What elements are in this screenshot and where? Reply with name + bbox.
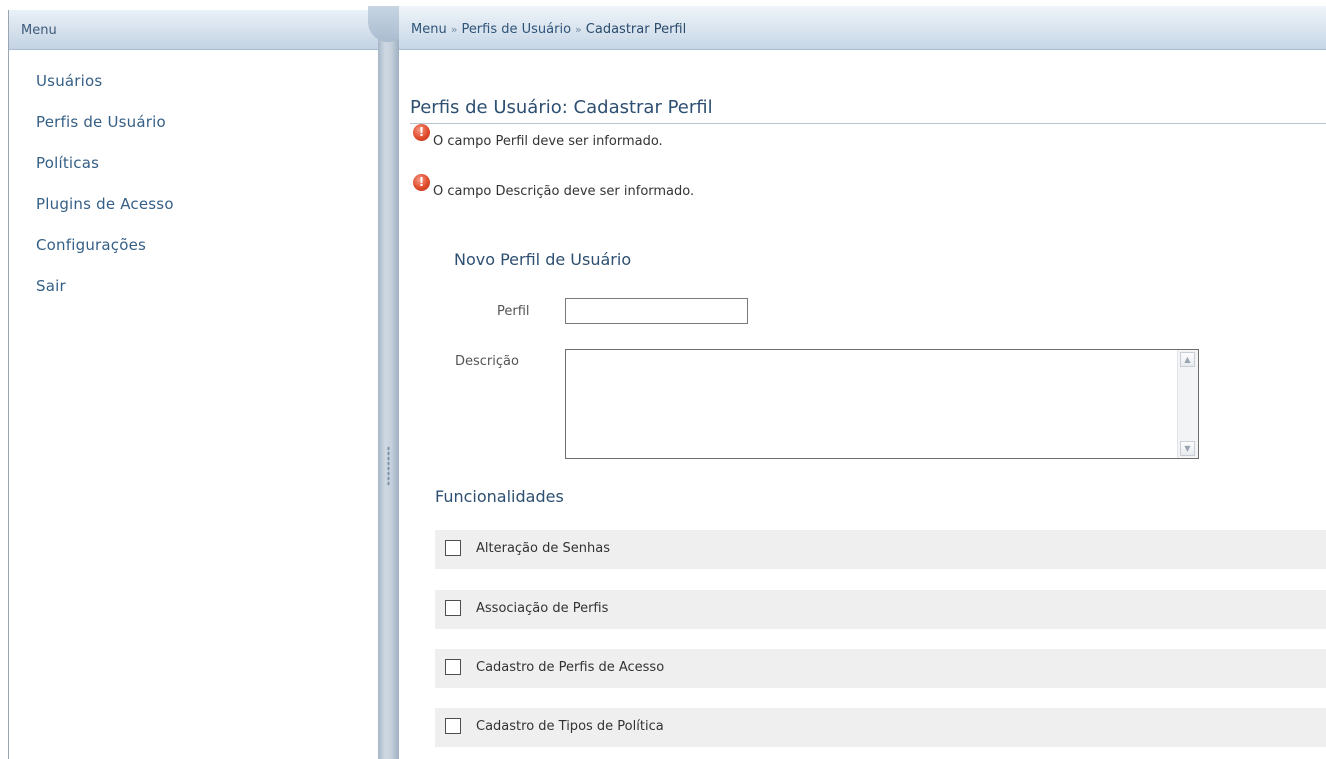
descricao-field: ▲ ▼ [565,349,1199,459]
breadcrumb-menu[interactable]: Menu [411,22,447,37]
funcionalidade-label: Associação de Perfis [476,601,609,616]
sidebar-item-sair[interactable]: Sair [36,277,174,318]
sidebar-item-plugins-de-acesso[interactable]: Plugins de Acesso [36,195,174,236]
panel-splitter[interactable] [368,6,408,759]
main-content: Menu» Perfis de Usuário» Cadastrar Perfil … [399,6,1326,759]
checkbox-icon[interactable] [445,718,461,734]
error-icon: ! [413,174,430,191]
scroll-up-icon[interactable]: ▲ [1180,352,1195,367]
error-text: O campo Descrição deve ser informado. [433,184,695,199]
perfil-label: Perfil [497,304,530,319]
breadcrumb-separator: » [450,23,458,36]
sidebar-item-politicas[interactable]: Políticas [36,154,174,195]
scroll-down-icon[interactable]: ▼ [1180,441,1195,456]
funcionalidade-item[interactable]: Associação de Perfis [435,590,1326,629]
breadcrumb-separator: » [575,23,582,36]
checkbox-icon[interactable] [445,540,461,556]
funcionalidade-label: Cadastro de Tipos de Política [476,719,664,734]
funcionalidade-label: Cadastro de Perfis de Acesso [476,660,665,675]
title-divider [410,123,1326,124]
perfil-input[interactable] [565,298,748,324]
funcionalidade-item[interactable]: Cadastro de Perfis de Acesso [435,649,1326,688]
funcionalidade-item[interactable]: Alteração de Senhas [435,530,1326,569]
sidebar-item-perfis-de-usuario[interactable]: Perfis de Usuário [36,113,174,154]
error-text: O campo Perfil deve ser informado. [433,134,663,149]
funcionalidade-item[interactable]: Cadastro de Tipos de Política [435,708,1326,747]
descricao-label: Descrição [455,354,519,369]
checkbox-icon[interactable] [445,659,461,675]
funcionalidade-label: Alteração de Senhas [476,541,610,556]
splitter-bar[interactable] [378,34,399,759]
descricao-scrollbar[interactable]: ▲ ▼ [1177,350,1198,458]
breadcrumb-perfis-de-usuario[interactable]: Perfis de Usuário [461,22,571,37]
descricao-textarea[interactable] [566,350,1178,458]
sidebar-item-configuracoes[interactable]: Configurações [36,236,174,277]
sidebar: Menu Usuários Perfis de Usuário Política… [8,10,379,759]
sidebar-item-usuarios[interactable]: Usuários [36,72,174,113]
checkbox-icon[interactable] [445,600,461,616]
breadcrumb-current: Cadastrar Perfil [585,22,687,37]
page-title: Perfis de Usuário: Cadastrar Perfil [410,97,713,118]
breadcrumb: Menu» Perfis de Usuário» Cadastrar Perfil [399,6,1326,50]
form-section-title: Novo Perfil de Usuário [454,250,632,269]
error-icon: ! [413,124,430,141]
splitter-grip-icon[interactable] [387,446,390,486]
funcionalidades-title: Funcionalidades [435,487,564,506]
sidebar-header: Menu [9,10,379,50]
sidebar-menu: Usuários Perfis de Usuário Políticas Plu… [36,72,174,318]
